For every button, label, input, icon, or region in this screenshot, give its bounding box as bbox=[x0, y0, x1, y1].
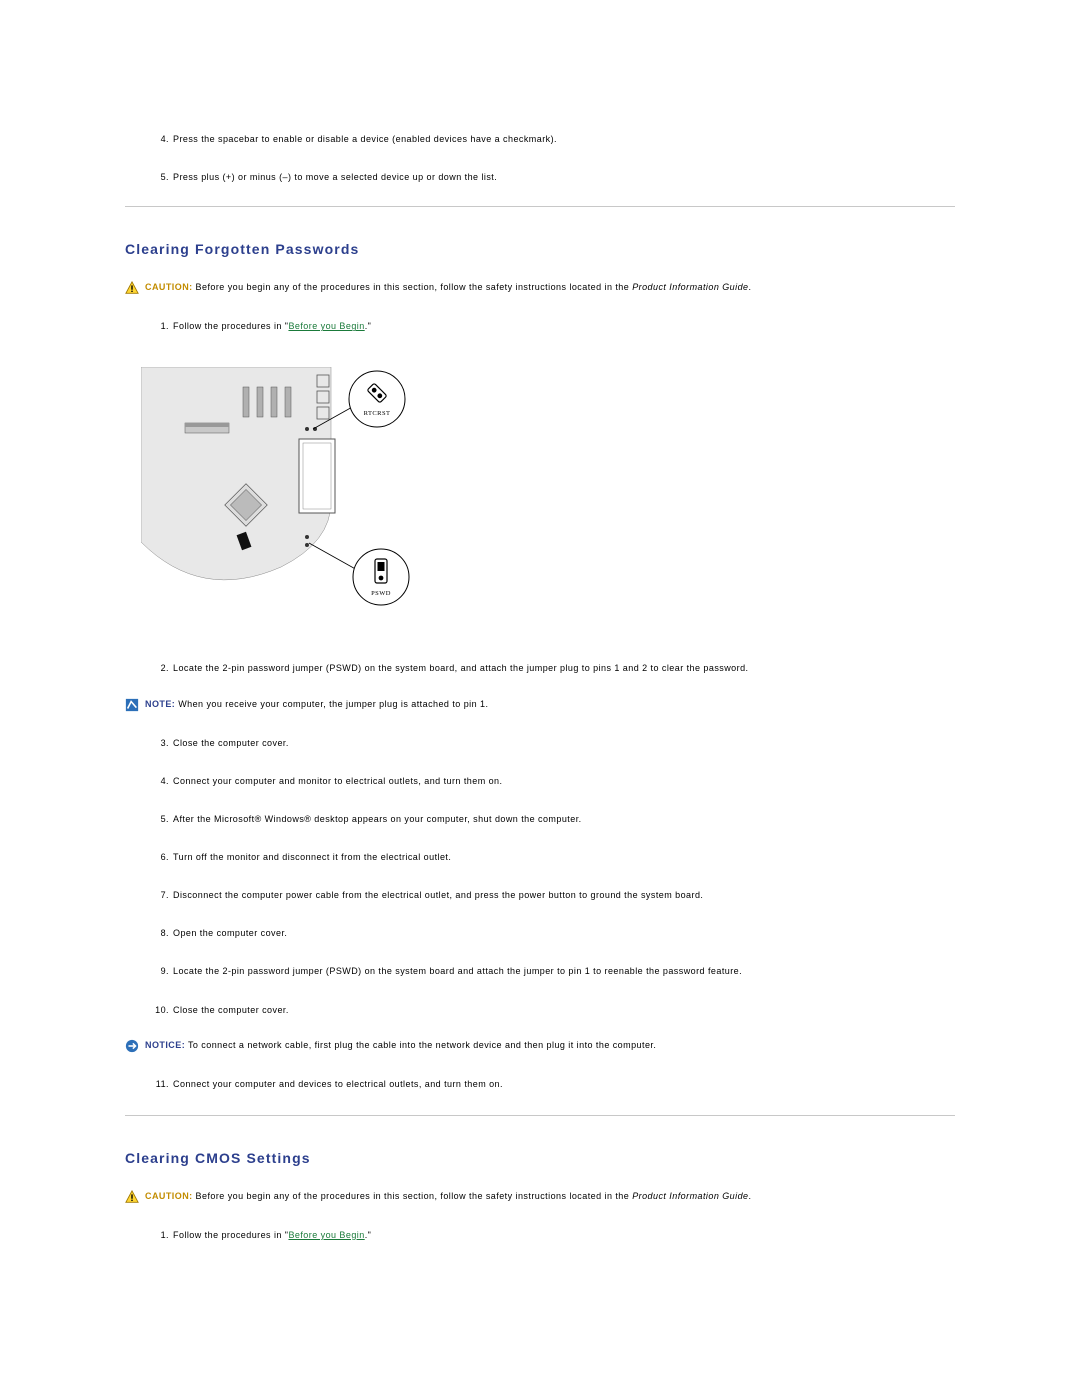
section2-steps: 1. Follow the procedures in "Before you … bbox=[125, 1226, 955, 1244]
step-num: 1. bbox=[147, 320, 173, 332]
section1-step2: 2. Locate the 2-pin password jumper (PSW… bbox=[125, 659, 955, 677]
step-text: Close the computer cover. bbox=[173, 1004, 289, 1016]
step-num: 11. bbox=[147, 1078, 173, 1090]
step-num: 10. bbox=[147, 1004, 173, 1016]
step-num: 6. bbox=[147, 851, 173, 863]
step-num: 8. bbox=[147, 927, 173, 939]
notice-row: NOTICE: To connect a network cable, firs… bbox=[125, 1039, 955, 1053]
step-num: 5. bbox=[147, 171, 173, 183]
jumper-diagram: RTCRST PSWD bbox=[141, 367, 421, 627]
step-text: Disconnect the computer power cable from… bbox=[173, 889, 703, 901]
top-step-list: 4. Press the spacebar to enable or disab… bbox=[125, 130, 955, 186]
note-text-container: NOTE: When you receive your computer, th… bbox=[145, 698, 488, 710]
caution-row: CAUTION: Before you begin any of the pro… bbox=[125, 281, 955, 295]
notice-icon bbox=[125, 1039, 139, 1053]
step-text: Open the computer cover. bbox=[173, 927, 287, 939]
section1-steps-a: 1. Follow the procedures in "Before you … bbox=[125, 317, 955, 335]
caution-icon bbox=[125, 281, 139, 295]
list-item: 9.Locate the 2-pin password jumper (PSWD… bbox=[125, 962, 955, 980]
step-text: Follow the procedures in "Before you Beg… bbox=[173, 1229, 371, 1241]
section1-steps-b: 3.Close the computer cover.4.Connect you… bbox=[125, 734, 955, 1019]
step-num: 1. bbox=[147, 1229, 173, 1241]
step-num: 3. bbox=[147, 737, 173, 749]
step-text: Connect your computer and devices to ele… bbox=[173, 1078, 503, 1090]
list-item: 5. Press plus (+) or minus (–) to move a… bbox=[125, 168, 955, 186]
step-text: Close the computer cover. bbox=[173, 737, 289, 749]
notice-text-container: NOTICE: To connect a network cable, firs… bbox=[145, 1039, 656, 1051]
divider bbox=[125, 206, 955, 207]
step-num: 4. bbox=[147, 133, 173, 145]
caution-icon bbox=[125, 1190, 139, 1204]
section-heading: Clearing CMOS Settings bbox=[125, 1150, 955, 1166]
note-row: NOTE: When you receive your computer, th… bbox=[125, 698, 955, 712]
list-item: 1. Follow the procedures in "Before you … bbox=[125, 317, 955, 335]
caution-label: CAUTION: bbox=[145, 282, 193, 292]
list-item: 2. Locate the 2-pin password jumper (PSW… bbox=[125, 659, 955, 677]
step-num: 5. bbox=[147, 813, 173, 825]
list-item: 4. Press the spacebar to enable or disab… bbox=[125, 130, 955, 148]
list-item: 1. Follow the procedures in "Before you … bbox=[125, 1226, 955, 1244]
note-icon bbox=[125, 698, 139, 712]
step-text: Locate the 2-pin password jumper (PSWD) … bbox=[173, 965, 742, 977]
list-item: 6.Turn off the monitor and disconnect it… bbox=[125, 848, 955, 866]
before-you-begin-link[interactable]: Before you Begin bbox=[288, 1230, 364, 1240]
list-item: 8.Open the computer cover. bbox=[125, 924, 955, 942]
caution-label: CAUTION: bbox=[145, 1191, 193, 1201]
step-num: 2. bbox=[147, 662, 173, 674]
step-num: 4. bbox=[147, 775, 173, 787]
step-num: 9. bbox=[147, 965, 173, 977]
step-num: 7. bbox=[147, 889, 173, 901]
divider bbox=[125, 1115, 955, 1116]
caution-text: CAUTION: Before you begin any of the pro… bbox=[145, 1190, 751, 1202]
step-text: Press plus (+) or minus (–) to move a se… bbox=[173, 171, 497, 183]
step-text: Follow the procedures in "Before you Beg… bbox=[173, 320, 371, 332]
list-item: 5.After the Microsoft® Windows® desktop … bbox=[125, 810, 955, 828]
list-item: 4.Connect your computer and monitor to e… bbox=[125, 772, 955, 790]
step-text: Locate the 2-pin password jumper (PSWD) … bbox=[173, 662, 748, 674]
note-label: NOTE: bbox=[145, 699, 175, 709]
caution-text: CAUTION: Before you begin any of the pro… bbox=[145, 281, 751, 293]
step-text: After the Microsoft® Windows® desktop ap… bbox=[173, 813, 582, 825]
caution-row: CAUTION: Before you begin any of the pro… bbox=[125, 1190, 955, 1204]
list-item: 7.Disconnect the computer power cable fr… bbox=[125, 886, 955, 904]
list-item: 11. Connect your computer and devices to… bbox=[125, 1075, 955, 1093]
section-heading: Clearing Forgotten Passwords bbox=[125, 241, 955, 257]
list-item: 3.Close the computer cover. bbox=[125, 734, 955, 752]
list-item: 10.Close the computer cover. bbox=[125, 1001, 955, 1019]
step-text: Press the spacebar to enable or disable … bbox=[173, 133, 557, 145]
before-you-begin-link[interactable]: Before you Begin bbox=[288, 321, 364, 331]
notice-label: NOTICE: bbox=[145, 1040, 185, 1050]
rtcrst-label: RTCRST bbox=[364, 410, 391, 417]
step-text: Turn off the monitor and disconnect it f… bbox=[173, 851, 451, 863]
notice-text: To connect a network cable, first plug t… bbox=[188, 1040, 656, 1050]
pswd-label: PSWD bbox=[371, 590, 391, 597]
section1-step11: 11. Connect your computer and devices to… bbox=[125, 1075, 955, 1093]
step-text: Connect your computer and monitor to ele… bbox=[173, 775, 502, 787]
note-text: When you receive your computer, the jump… bbox=[178, 699, 488, 709]
